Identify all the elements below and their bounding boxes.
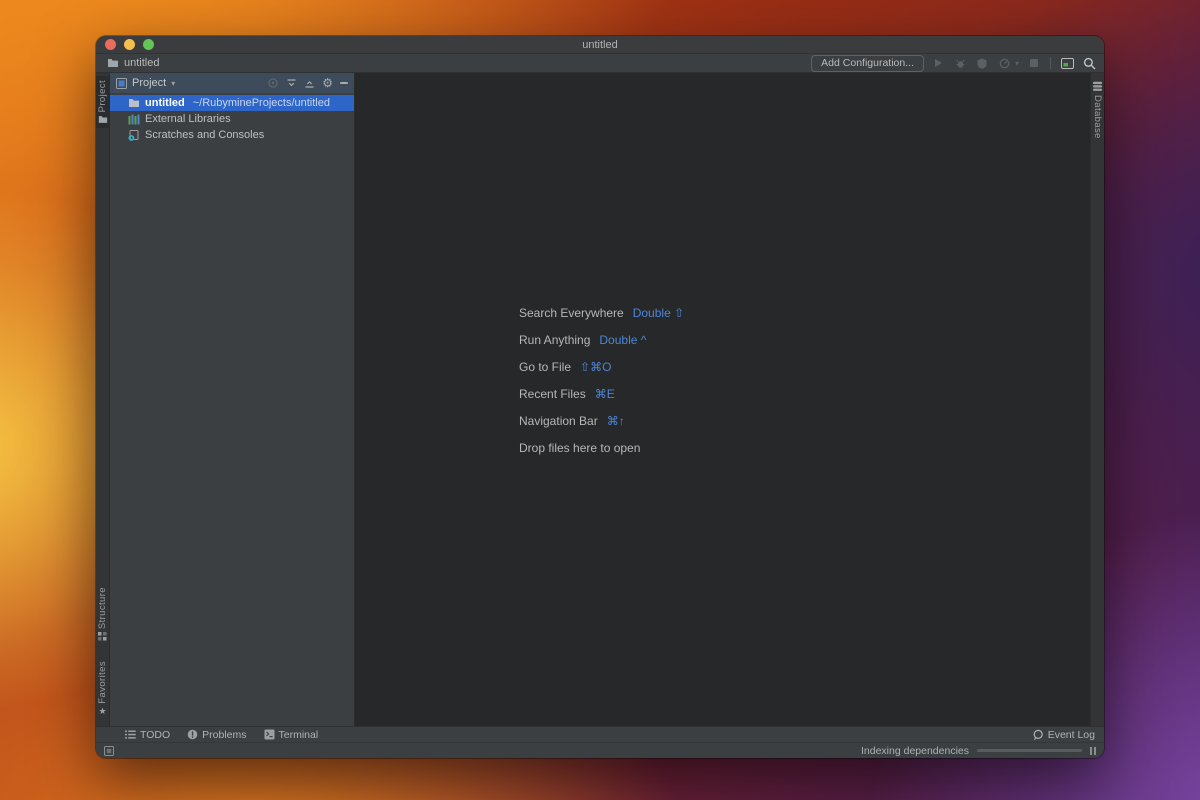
terminal-icon xyxy=(264,729,275,740)
zoom-window-button[interactable] xyxy=(143,39,154,50)
pause-task-icon[interactable] xyxy=(1090,746,1096,755)
breadcrumb[interactable]: untitled xyxy=(107,57,159,69)
project-stripe-label: Project xyxy=(97,80,108,113)
profiler-icon[interactable] xyxy=(997,56,1012,70)
window-titlebar[interactable]: untitled xyxy=(96,36,1104,54)
structure-icon xyxy=(98,632,107,641)
shortcut-row: Run Anything Double ^ xyxy=(519,333,684,347)
project-toolwindow: Project ▾ ⚙ untitled ~/RubymineProjects/… xyxy=(110,73,355,726)
hide-toolwindow-icon[interactable] xyxy=(340,82,348,84)
window-title: untitled xyxy=(582,38,618,51)
debug-bug-icon[interactable] xyxy=(953,56,968,70)
toolwindow-button-event-log[interactable]: Event Log xyxy=(1032,729,1095,741)
breadcrumb-label: untitled xyxy=(124,57,160,69)
shortcut-label: Run Anything xyxy=(519,333,591,347)
locate-file-icon[interactable] xyxy=(267,77,279,89)
main-toolbar: untitled Add Configuration... ▾ xyxy=(96,54,1104,73)
tree-item-name: External Libraries xyxy=(145,113,231,125)
database-icon xyxy=(1092,81,1103,92)
toolwindow-button-problems[interactable]: Problems xyxy=(187,728,247,741)
tree-row-project-root[interactable]: untitled ~/RubymineProjects/untitled xyxy=(110,95,354,111)
toolwindow-button-terminal[interactable]: Terminal xyxy=(264,728,319,741)
toolwindow-button-database[interactable]: Database xyxy=(1091,77,1104,143)
favorites-stripe-label: Favorites xyxy=(97,661,108,704)
structure-stripe-label: Structure xyxy=(97,587,108,630)
toolbar-separator xyxy=(1050,57,1051,69)
background-task-label: Indexing dependencies xyxy=(860,744,969,757)
shortcut-row: Search Everywhere Double ⇧ xyxy=(519,306,684,320)
search-everywhere-icon[interactable] xyxy=(1082,56,1097,70)
shortcut-keys: Double ^ xyxy=(599,333,647,347)
rubymine-window: untitled untitled Add Configuration... ▾ xyxy=(96,36,1104,758)
event-log-balloon-icon xyxy=(1032,729,1044,741)
tree-item-name: Scratches and Consoles xyxy=(145,129,265,141)
project-tree: untitled ~/RubymineProjects/untitled Ext… xyxy=(110,93,354,143)
toolwindow-button-structure[interactable]: Structure xyxy=(96,583,109,645)
folder-icon xyxy=(128,98,140,108)
shortcut-keys: ⌘↑ xyxy=(606,414,625,428)
problems-icon xyxy=(187,729,198,740)
favorites-star-icon: ★ xyxy=(98,706,107,716)
problems-label: Problems xyxy=(202,728,247,741)
toolwindow-button-favorites[interactable]: Favorites ★ xyxy=(96,657,109,720)
stop-icon[interactable] xyxy=(1026,56,1041,70)
shortcut-keys: ⇧⌘O xyxy=(580,360,612,374)
run-options-chevron-icon[interactable]: ▾ xyxy=(1015,59,1019,68)
project-panel-title: Project xyxy=(132,77,167,89)
tree-item-name: untitled xyxy=(145,97,185,109)
toolwindow-switcher-icon[interactable] xyxy=(104,745,114,756)
shortcut-row: Go to File ⇧⌘O xyxy=(519,360,684,374)
traffic-lights xyxy=(105,39,154,50)
collapse-all-icon[interactable] xyxy=(304,78,315,89)
shortcut-label: Go to File xyxy=(519,360,572,374)
shortcut-row: Drop files here to open xyxy=(519,441,684,455)
status-bar: Indexing dependencies xyxy=(96,742,1104,758)
indexing-progress-bar xyxy=(977,749,1082,752)
minimize-window-button[interactable] xyxy=(124,39,135,50)
tree-row-external-libraries[interactable]: External Libraries xyxy=(110,111,354,127)
empty-editor-shortcuts: Search Everywhere Double ⇧ Run Anything … xyxy=(519,306,684,455)
todo-list-icon xyxy=(125,730,136,739)
close-window-button[interactable] xyxy=(105,39,116,50)
console-window-icon[interactable] xyxy=(1060,56,1075,70)
project-folder-icon xyxy=(98,115,108,124)
editor-area[interactable]: Search Everywhere Double ⇧ Run Anything … xyxy=(355,73,1090,726)
run-icon[interactable] xyxy=(931,56,946,70)
shortcut-row: Recent Files ⌘E xyxy=(519,387,684,401)
shortcut-keys: Double ⇧ xyxy=(632,306,685,320)
shortcut-label: Navigation Bar xyxy=(519,414,598,428)
project-view-icon xyxy=(116,77,127,89)
right-toolwindow-stripe: Database xyxy=(1090,73,1104,726)
shortcut-label: Recent Files xyxy=(519,387,586,401)
tree-item-path: ~/RubymineProjects/untitled xyxy=(192,97,330,109)
database-stripe-label: Database xyxy=(1092,95,1103,139)
left-toolwindow-stripe: Project Structure Favorites ★ xyxy=(96,73,110,726)
event-log-label: Event Log xyxy=(1047,728,1095,741)
toolwindow-button-project[interactable]: Project xyxy=(96,76,109,129)
shortcut-keys: ⌘E xyxy=(594,387,615,401)
todo-label: TODO xyxy=(140,728,171,741)
settings-gear-icon[interactable]: ⚙ xyxy=(322,77,333,89)
expand-all-icon[interactable] xyxy=(286,78,297,89)
folder-icon xyxy=(107,58,119,68)
add-configuration-button[interactable]: Add Configuration... xyxy=(811,54,924,72)
project-view-chevron-icon[interactable]: ▾ xyxy=(171,79,175,88)
shortcut-row: Navigation Bar ⌘↑ xyxy=(519,414,684,428)
libraries-icon xyxy=(128,114,140,125)
project-panel-header[interactable]: Project ▾ ⚙ xyxy=(110,73,354,93)
run-with-coverage-icon[interactable] xyxy=(975,56,990,70)
scratches-icon xyxy=(128,129,140,141)
shortcut-label: Search Everywhere xyxy=(519,306,624,320)
terminal-label: Terminal xyxy=(278,728,319,741)
tree-row-scratches[interactable]: Scratches and Consoles xyxy=(110,127,354,143)
toolwindow-button-todo[interactable]: TODO xyxy=(125,729,170,741)
shortcut-label: Drop files here to open xyxy=(519,441,641,455)
bottom-toolwindow-bar: TODO Problems Terminal Event Log xyxy=(96,726,1104,742)
